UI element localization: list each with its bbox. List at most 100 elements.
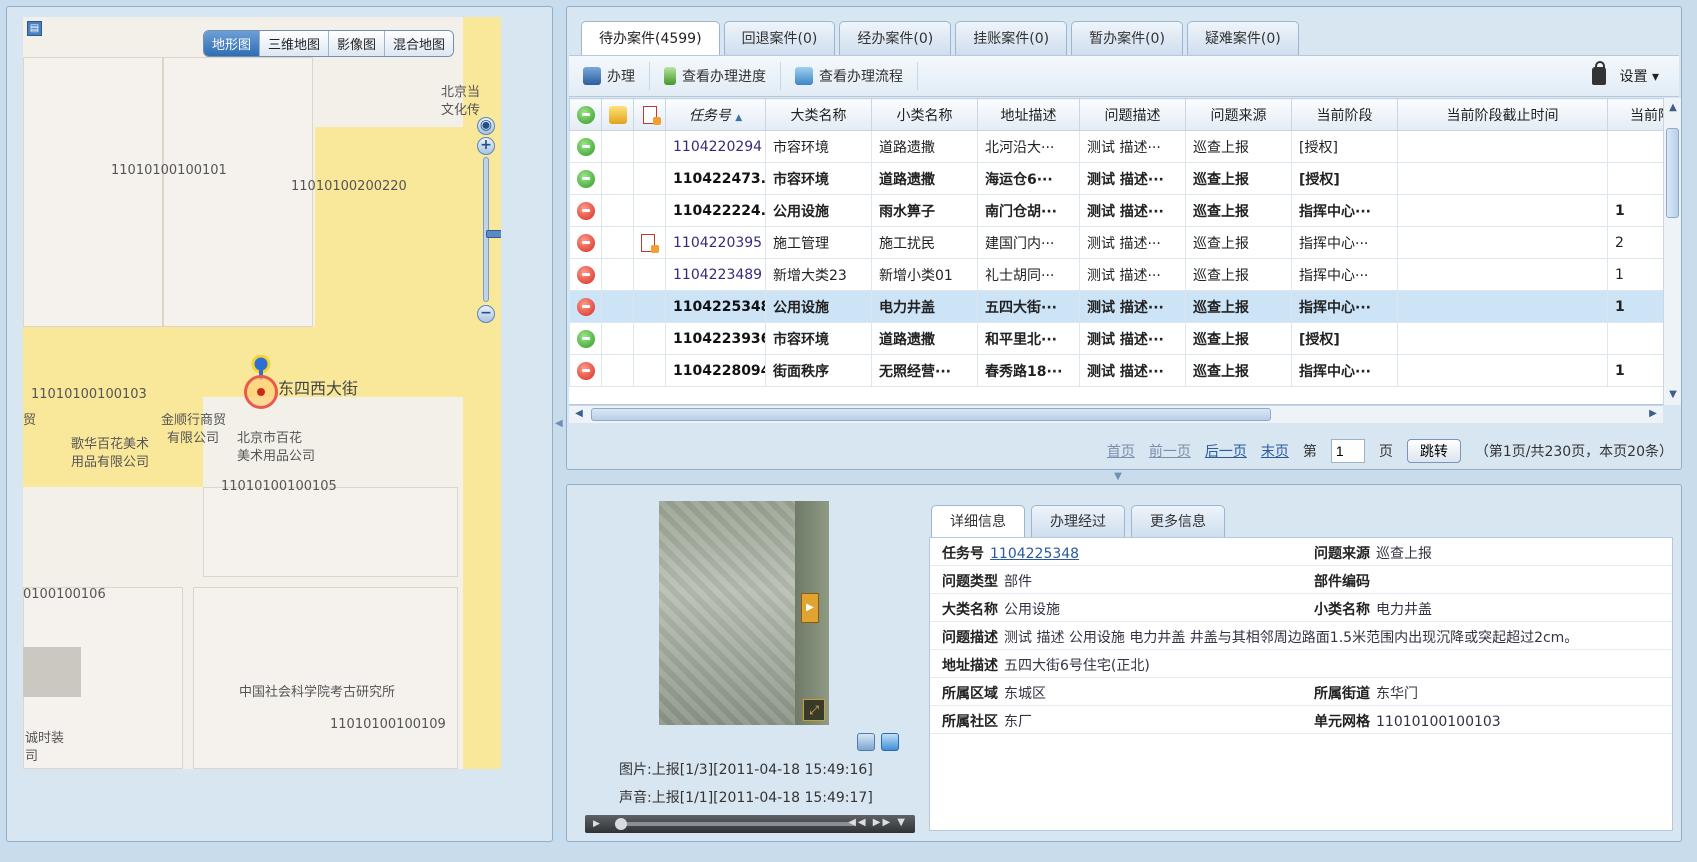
map-grid-label: 11010100100109 bbox=[330, 717, 446, 732]
map-type-hybrid[interactable]: 混合地图 bbox=[385, 31, 454, 56]
map-poi-label: 北京市百花 bbox=[237, 431, 303, 446]
case-photo[interactable]: ▶ ⤢ bbox=[659, 501, 829, 725]
row-package-cell bbox=[601, 354, 634, 387]
computer-icon bbox=[583, 67, 601, 85]
lock-icon[interactable] bbox=[1591, 61, 1606, 85]
eye-icon[interactable]: ◉ bbox=[477, 117, 495, 135]
column-stage-deadline[interactable]: 当前阶段截止时间 bbox=[1397, 98, 1608, 131]
detail-row: 任务号 1104225348 问题来源 巡查上报 bbox=[930, 538, 1672, 566]
column-source[interactable]: 问题来源 bbox=[1185, 98, 1292, 131]
scroll-down-icon[interactable]: ▼ bbox=[1665, 387, 1681, 403]
column-current[interactable]: 当前阶 bbox=[1607, 98, 1663, 131]
page-suffix: 页 bbox=[1378, 444, 1393, 460]
volume-controls-icon[interactable]: ◀◀ ▶▶ ▼ bbox=[848, 817, 907, 828]
horizontal-scroll-thumb[interactable] bbox=[591, 408, 1271, 421]
jump-button[interactable]: 跳转 bbox=[1406, 439, 1461, 463]
header-status-icon[interactable] bbox=[569, 98, 602, 131]
cell-address: 南门仓胡··· bbox=[977, 194, 1080, 227]
next-photo-icon[interactable]: ▶ bbox=[801, 593, 819, 623]
map-type-terrain[interactable]: 地形图 bbox=[204, 31, 261, 56]
table-row[interactable]: 1104228094 街面秩序 无照经营··· 春秀路18··· 测试 描述··· 巡查上… bbox=[569, 354, 1663, 387]
cell-stage-deadline bbox=[1397, 258, 1608, 291]
tab-suspended-cases[interactable]: 挂账案件(0) bbox=[955, 21, 1068, 55]
tab-returned-cases[interactable]: 回退案件(0) bbox=[723, 21, 836, 55]
cell-current: 1 bbox=[1607, 290, 1663, 323]
column-stage[interactable]: 当前阶段 bbox=[1291, 98, 1398, 131]
cell-source: 巡查上报 bbox=[1185, 162, 1292, 195]
play-icon[interactable]: ▶ bbox=[593, 818, 605, 830]
case-location-marker[interactable] bbox=[244, 375, 278, 409]
prev-page-link[interactable]: 前一页 bbox=[1149, 441, 1191, 461]
table-row[interactable]: 1104220395 施工管理 施工扰民 建国门内··· 测试 描述··· 巡查上报 指挥中… bbox=[569, 226, 1663, 259]
zoom-out-button[interactable]: − bbox=[477, 305, 495, 323]
cell-subcategory: 电力井盖 bbox=[871, 290, 978, 323]
cell-category: 市容环境 bbox=[765, 162, 872, 195]
map-type-satellite[interactable]: 影像图 bbox=[329, 31, 386, 56]
document-edit-icon[interactable] bbox=[641, 233, 659, 253]
community-value: 东厂 bbox=[1004, 714, 1032, 730]
table-row[interactable]: 1104225348 公用设施 电力井盖 五四大街··· 测试 描述··· 巡查上报 指挥中… bbox=[569, 290, 1663, 323]
vertical-scroll-thumb[interactable] bbox=[1666, 128, 1679, 218]
tab-difficult-cases[interactable]: 疑难案件(0) bbox=[1186, 21, 1299, 55]
map-grid-label: 0100100106 bbox=[23, 587, 106, 602]
collapse-left-icon[interactable]: ◀ bbox=[555, 418, 563, 442]
expand-photo-icon[interactable]: ⤢ bbox=[803, 699, 825, 721]
tab-more-info[interactable]: 更多信息 bbox=[1131, 505, 1225, 537]
column-subcategory[interactable]: 小类名称 bbox=[871, 98, 978, 131]
cell-task-no: 1104225348 bbox=[665, 290, 766, 323]
type-label: 问题类型 bbox=[942, 574, 998, 590]
last-page-link[interactable]: 末页 bbox=[1261, 441, 1289, 461]
view-progress-button[interactable]: 查看办理进度 bbox=[650, 62, 781, 90]
table-row[interactable]: 1104223936 市容环境 道路遗撒 和平里北··· 测试 描述··· 巡查上报 [授权… bbox=[569, 322, 1663, 355]
row-status-cell bbox=[569, 162, 602, 195]
scroll-right-icon[interactable]: ▶ bbox=[1645, 406, 1661, 422]
zoom-thumb[interactable] bbox=[486, 230, 501, 238]
cell-stage: 指挥中心··· bbox=[1291, 290, 1398, 323]
scroll-up-icon[interactable]: ▲ bbox=[1665, 100, 1681, 116]
zoom-track[interactable] bbox=[483, 157, 501, 302]
task-no-link[interactable]: 1104225348 bbox=[990, 546, 1079, 562]
status-overdue-icon bbox=[577, 265, 595, 284]
image-view-icon[interactable] bbox=[857, 733, 875, 751]
cell-task-no: 1104228094 bbox=[665, 354, 766, 387]
subcategory-label: 小类名称 bbox=[1314, 602, 1370, 618]
view-flow-button[interactable]: 查看办理流程 bbox=[781, 62, 918, 90]
map-canvas[interactable]: 11010100100101 11010100200220 1101010010… bbox=[23, 17, 501, 769]
header-package-icon[interactable] bbox=[601, 98, 634, 131]
audio-progress-knob[interactable] bbox=[615, 818, 627, 830]
tab-handled-cases[interactable]: 经办案件(0) bbox=[839, 21, 952, 55]
audio-progress-track[interactable] bbox=[619, 822, 855, 826]
tab-handling-history[interactable]: 办理经过 bbox=[1031, 505, 1125, 537]
table-row[interactable]: 110422473...市容环境道路遗撒海运仓6···测试 描述···巡查上报[… bbox=[569, 162, 1663, 195]
cell-current: 2 bbox=[1607, 226, 1663, 259]
table-horizontal-scrollbar[interactable]: ◀ ▶ bbox=[569, 405, 1663, 423]
collapse-bottom-icon[interactable]: ▼ bbox=[1110, 472, 1126, 482]
tab-detail-info[interactable]: 详细信息 bbox=[931, 505, 1025, 537]
settings-menu[interactable]: 设置 ▾ bbox=[1620, 66, 1659, 86]
photo-caption: 图片:上报[1/3][2011-04-18 15:49:16] bbox=[619, 762, 873, 778]
tab-paused-cases[interactable]: 暂办案件(0) bbox=[1071, 21, 1183, 55]
handle-button[interactable]: 办理 bbox=[569, 62, 650, 90]
zoom-in-button[interactable]: + bbox=[477, 137, 495, 155]
cell-source: 巡查上报 bbox=[1185, 322, 1292, 355]
header-document-icon[interactable] bbox=[633, 98, 666, 131]
map-layer-toggle-icon[interactable]: ▤ bbox=[27, 21, 42, 36]
table-row[interactable]: 1104223489 新增大类23 新增小类01 礼士胡同··· 测试 描述··· 巡查上… bbox=[569, 258, 1663, 291]
map-grid-label: 11010100100103 bbox=[31, 387, 147, 402]
first-page-link[interactable]: 首页 bbox=[1107, 441, 1135, 461]
column-address[interactable]: 地址描述 bbox=[977, 98, 1080, 131]
column-task-no[interactable]: 任务号 ▲ bbox=[665, 98, 766, 131]
save-icon[interactable] bbox=[881, 733, 899, 751]
column-category[interactable]: 大类名称 bbox=[765, 98, 872, 131]
column-problem-desc[interactable]: 问题描述 bbox=[1079, 98, 1186, 131]
tab-pending-cases[interactable]: 待办案件(4599) bbox=[581, 21, 720, 55]
table-row[interactable]: 1104220294 市容环境 道路遗撒 北河沿大··· 测试 描述··· 巡查上报 [授权… bbox=[569, 130, 1663, 163]
table-vertical-scrollbar[interactable]: ▲ ▼ bbox=[1663, 98, 1681, 405]
page-number-input[interactable] bbox=[1330, 439, 1365, 463]
table-row[interactable]: 110422224...公用设施雨水箅子南门仓胡···测试 描述···巡查上报指… bbox=[569, 194, 1663, 227]
next-page-link[interactable]: 后一页 bbox=[1205, 441, 1247, 461]
scroll-left-icon[interactable]: ◀ bbox=[571, 406, 587, 422]
cell-subcategory: 道路遗撒 bbox=[871, 322, 978, 355]
cell-address: 春秀路18··· bbox=[977, 354, 1080, 387]
map-type-3d[interactable]: 三维地图 bbox=[260, 31, 330, 56]
